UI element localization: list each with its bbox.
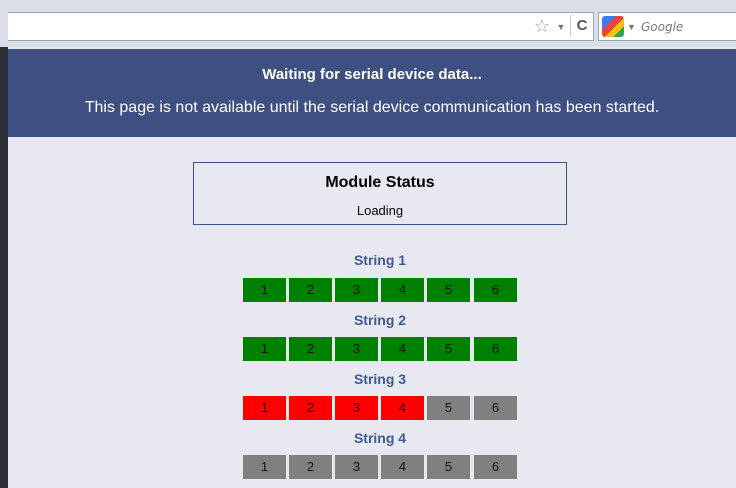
module-status-text: Loading: [356, 203, 404, 218]
string-3-label: String 3: [353, 371, 407, 387]
module-cell: 5: [427, 278, 470, 302]
module-cell: 3: [335, 396, 378, 420]
module-cell: 2: [289, 455, 332, 479]
module-cell: 1: [243, 337, 286, 361]
string-2-modules: 123456: [243, 337, 517, 361]
module-status-title: Module Status: [325, 174, 435, 191]
chevron-down-icon[interactable]: ▼: [627, 18, 637, 36]
module-cell: 4: [381, 455, 424, 479]
module-cell: 2: [289, 396, 332, 420]
string-2-label: String 2: [353, 312, 407, 328]
module-cell: 6: [474, 337, 517, 361]
string-1-modules: 123456: [243, 278, 517, 302]
module-cell: 6: [474, 278, 517, 302]
window-frame-edge: [0, 0, 8, 488]
module-cell: 3: [335, 278, 378, 302]
module-cell: 1: [243, 455, 286, 479]
module-cell: 5: [427, 455, 470, 479]
string-1-label: String 1: [353, 252, 407, 268]
star-icon[interactable]: ☆: [532, 16, 552, 36]
module-cell: 1: [243, 396, 286, 420]
module-cell: 6: [474, 455, 517, 479]
string-4-label: String 4: [353, 430, 407, 446]
module-cell: 3: [335, 455, 378, 479]
module-cell: 5: [427, 337, 470, 361]
module-cell: 2: [289, 337, 332, 361]
module-cell: 1: [243, 278, 286, 302]
search-bar: ▼: [598, 12, 736, 41]
module-status-panel: Module Status Loading: [193, 162, 567, 225]
reload-icon[interactable]: C: [570, 15, 593, 37]
search-engine-icon[interactable]: [602, 16, 624, 37]
module-cell: 3: [335, 337, 378, 361]
status-banner: Waiting for serial device data... This p…: [8, 49, 736, 137]
module-cell: 4: [381, 278, 424, 302]
module-cell: 4: [381, 396, 424, 420]
banner-message: This page is not available until the ser…: [84, 99, 660, 116]
module-cell: 4: [381, 337, 424, 361]
string-4-modules: 123456: [243, 455, 517, 479]
browser-toolbar: ☆ ▼ C ▼: [0, 0, 736, 47]
search-input[interactable]: [641, 17, 733, 36]
module-cell: 6: [474, 396, 517, 420]
module-cell: 2: [289, 278, 332, 302]
banner-title: Waiting for serial device data...: [262, 66, 482, 83]
string-3-modules: 123456: [243, 396, 517, 420]
address-bar[interactable]: ☆ ▼ C: [8, 12, 594, 41]
module-cell: 5: [427, 396, 470, 420]
history-dropdown-icon[interactable]: ▼: [556, 18, 566, 36]
